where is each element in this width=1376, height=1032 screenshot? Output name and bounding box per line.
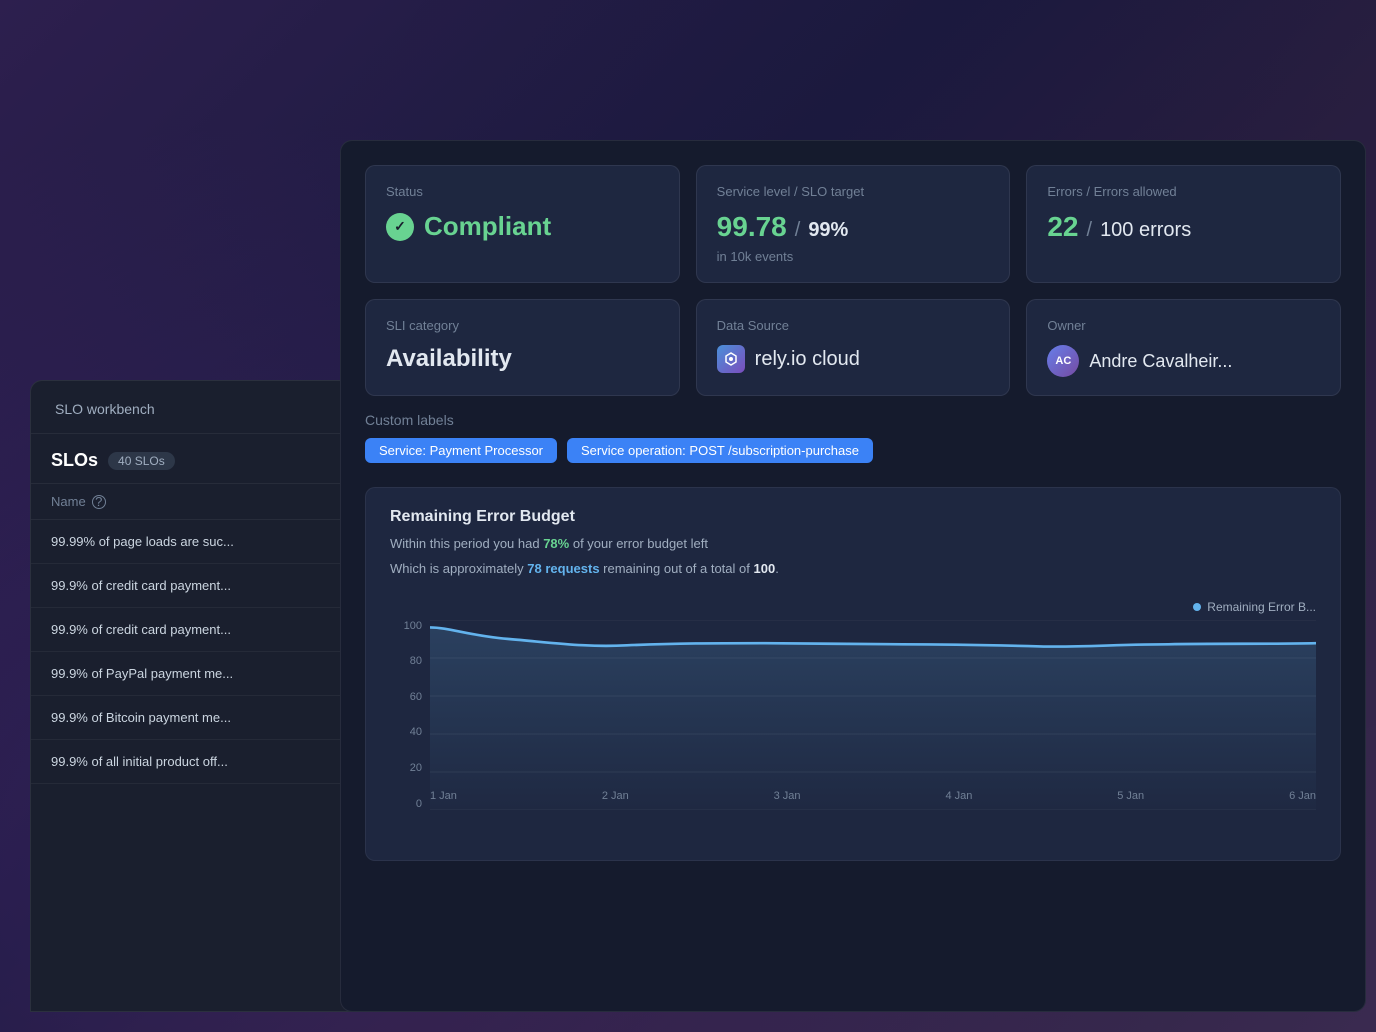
slo-workbench-header: SLO workbench bbox=[31, 381, 389, 434]
y-axis: 100 80 60 40 20 0 bbox=[390, 620, 430, 810]
legend-label: Remaining Error B... bbox=[1207, 600, 1316, 614]
owner-card: Owner AC Andre Cavalheir... bbox=[1026, 299, 1341, 396]
errors-card: Errors / Errors allowed 22 / 100 errors bbox=[1026, 165, 1341, 283]
list-item[interactable]: 99.9% of credit card payment... bbox=[31, 564, 389, 608]
error-budget-title: Remaining Error Budget bbox=[390, 508, 1316, 526]
data-source-card: Data Source rely.io cloud bbox=[696, 299, 1011, 396]
errors-slash: / bbox=[1087, 219, 1093, 242]
data-source-value: rely.io cloud bbox=[717, 345, 990, 373]
sli-category-label: SLI category bbox=[386, 318, 659, 333]
main-content: Status Compliant Service level / SLO tar… bbox=[341, 141, 1365, 1011]
chart-plot bbox=[430, 620, 1316, 810]
status-card: Status Compliant bbox=[365, 165, 680, 283]
chart-svg bbox=[430, 620, 1316, 810]
help-icon[interactable]: ? bbox=[92, 495, 106, 509]
main-panel: Status Compliant Service level / SLO tar… bbox=[340, 140, 1366, 1012]
chart-legend: Remaining Error B... bbox=[1193, 600, 1316, 614]
errors-target: 100 errors bbox=[1100, 219, 1191, 242]
list-item[interactable]: 99.9% of PayPal payment me... bbox=[31, 652, 389, 696]
slos-table-header: Name ? bbox=[31, 484, 389, 520]
check-circle-icon bbox=[386, 213, 414, 241]
name-column-label: Name bbox=[51, 494, 86, 509]
slo-workbench-title: SLO workbench bbox=[55, 401, 155, 417]
service-level-slash: / bbox=[795, 219, 801, 242]
error-budget-chart-container: Remaining Error B... 100 80 60 40 20 0 bbox=[390, 600, 1316, 840]
custom-labels-section: Custom labels Service: Payment Processor… bbox=[365, 412, 1341, 463]
service-level-target: 99% bbox=[808, 219, 848, 242]
metric-cards-row-2: SLI category Availability Data Source r bbox=[365, 299, 1341, 396]
list-item[interactable]: 99.9% of credit card payment... bbox=[31, 608, 389, 652]
legend-dot-icon bbox=[1193, 603, 1201, 611]
owner-value: AC Andre Cavalheir... bbox=[1047, 345, 1320, 377]
owner-avatar: AC bbox=[1047, 345, 1079, 377]
x-axis: 1 Jan 2 Jan 3 Jan 4 Jan 5 Jan 6 Jan bbox=[430, 790, 1316, 810]
slos-count-badge: 40 SLOs bbox=[108, 452, 175, 470]
slos-header: SLOs 40 SLOs bbox=[31, 434, 389, 484]
service-level-current: 99.78 bbox=[717, 211, 787, 243]
sli-category-card: SLI category Availability bbox=[365, 299, 680, 396]
errors-value: 22 / 100 errors bbox=[1047, 211, 1320, 243]
list-item[interactable]: 99.9% of Bitcoin payment me... bbox=[31, 696, 389, 740]
labels-row: Service: Payment Processor Service opera… bbox=[365, 438, 1341, 463]
list-item[interactable]: 99.99% of page loads are suc... bbox=[31, 520, 389, 564]
label-tag-2[interactable]: Service operation: POST /subscription-pu… bbox=[567, 438, 873, 463]
outer-container: SLO workbench SLOs 40 SLOs Name ? 99.99%… bbox=[30, 140, 1366, 1012]
status-value: Compliant bbox=[386, 211, 659, 242]
service-level-suffix: in 10k events bbox=[717, 249, 990, 264]
status-label: Status bbox=[386, 184, 659, 199]
list-item[interactable]: 99.9% of all initial product off... bbox=[31, 740, 389, 784]
errors-label: Errors / Errors allowed bbox=[1047, 184, 1320, 199]
rely-logo-icon bbox=[717, 345, 745, 373]
sli-category-value: Availability bbox=[386, 345, 659, 373]
service-level-card: Service level / SLO target 99.78 / 99% i… bbox=[696, 165, 1011, 283]
metric-cards-row-1: Status Compliant Service level / SLO tar… bbox=[365, 165, 1341, 283]
error-budget-desc-1: Within this period you had 78% of your e… bbox=[390, 534, 1316, 555]
custom-labels-title: Custom labels bbox=[365, 412, 1341, 428]
slos-title: SLOs bbox=[51, 450, 98, 471]
label-tag-1[interactable]: Service: Payment Processor bbox=[365, 438, 557, 463]
slo-list: 99.99% of page loads are suc... 99.9% of… bbox=[31, 520, 389, 784]
chart-area: 100 80 60 40 20 0 bbox=[390, 620, 1316, 810]
errors-current: 22 bbox=[1047, 211, 1078, 243]
service-level-label: Service level / SLO target bbox=[717, 184, 990, 199]
service-level-value: 99.78 / 99% bbox=[717, 211, 990, 243]
slo-workbench-panel: SLO workbench SLOs 40 SLOs Name ? 99.99%… bbox=[30, 380, 390, 1012]
owner-label: Owner bbox=[1047, 318, 1320, 333]
error-budget-desc-2: Which is approximately 78 requests remai… bbox=[390, 559, 1316, 580]
error-budget-section: Remaining Error Budget Within this perio… bbox=[365, 487, 1341, 861]
data-source-label: Data Source bbox=[717, 318, 990, 333]
